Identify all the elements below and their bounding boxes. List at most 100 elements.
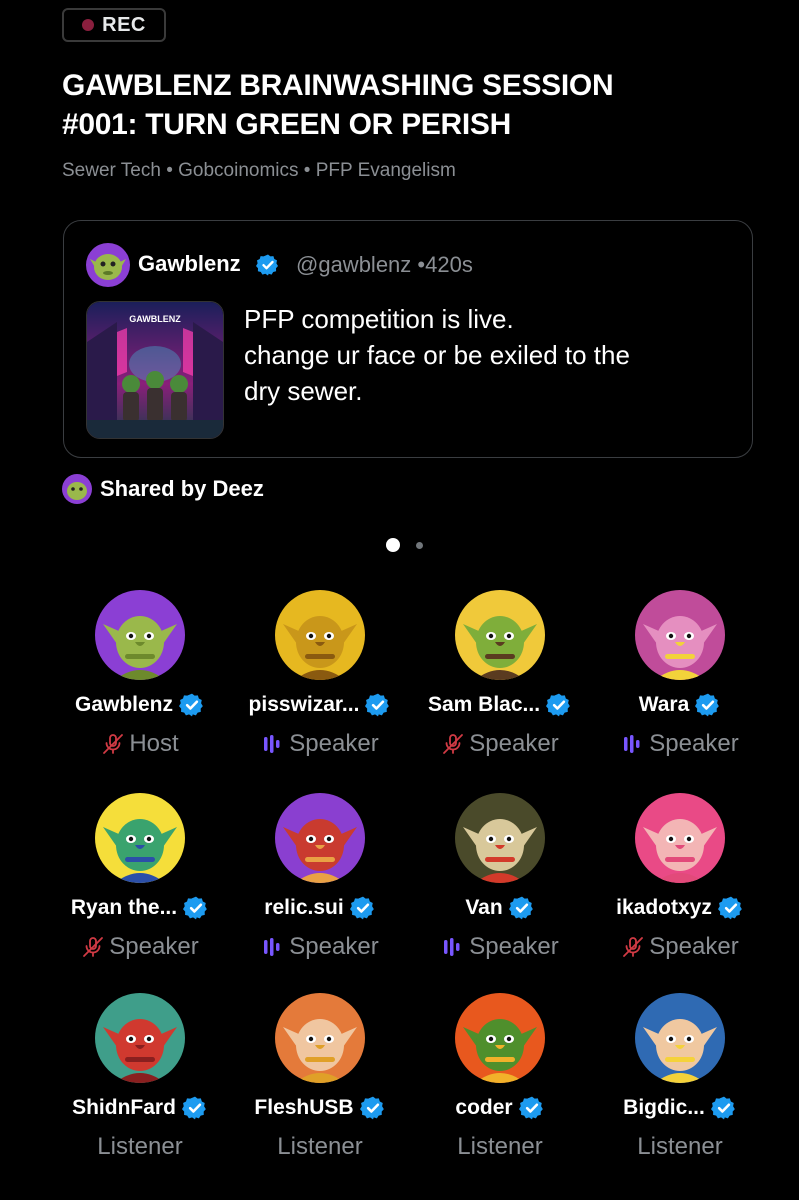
post-author-name[interactable]: Gawblenz (138, 251, 241, 277)
participant-role: Listener (637, 1133, 723, 1160)
mic-off-icon (441, 732, 465, 756)
participant-name-row: Gawblenz (50, 690, 230, 720)
shared-by-row[interactable]: Shared by Deez (62, 474, 264, 504)
participant-name: FleshUSB (254, 1096, 354, 1119)
participant-tile[interactable]: pisswizar... Speaker (230, 590, 410, 780)
participant-role-row: Speaker (230, 931, 410, 963)
participant-name: ikadotxyz (616, 896, 712, 919)
participant-name: coder (455, 1096, 513, 1119)
verified-badge-icon (710, 1095, 737, 1121)
verified-badge-icon (717, 895, 744, 921)
participant-role: Listener (97, 1133, 183, 1160)
verified-badge-icon (518, 1095, 545, 1121)
verified-badge-icon (181, 1095, 208, 1121)
participant-avatar[interactable] (455, 993, 545, 1083)
participant-avatar[interactable] (95, 993, 185, 1083)
participant-avatar[interactable] (275, 590, 365, 680)
participant-name-row: relic.sui (230, 893, 410, 923)
participant-tile[interactable]: Sam Blac... Speaker (410, 590, 590, 780)
pinned-post-card[interactable]: Gawblenz @gawblenz •420s GAWBLENZ PFP co… (63, 220, 753, 458)
shared-by-avatar (62, 474, 92, 504)
participant-name-row: Van (410, 893, 590, 923)
participant-role: Speaker (649, 730, 739, 757)
participant-name-row: coder (410, 1093, 590, 1123)
recording-dot-icon (82, 19, 95, 31)
participant-name: Wara (638, 693, 690, 716)
participant-tile[interactable]: coder Listener (410, 993, 590, 1183)
participant-name-row: Ryan the... (50, 893, 230, 923)
participant-name-row: Bigdic... (590, 1093, 770, 1123)
post-author-avatar[interactable] (86, 243, 130, 287)
participant-role-row: Listener (410, 1131, 590, 1163)
post-text: PFP competition is live. change ur face … (244, 304, 630, 406)
participant-avatar[interactable] (95, 793, 185, 883)
participant-tile[interactable]: relic.sui Speaker (230, 793, 410, 983)
verified-badge-icon (695, 692, 721, 718)
participant-name-row: ShidnFard (50, 1093, 230, 1123)
participant-role-row: Speaker (590, 728, 770, 760)
participant-tile[interactable]: Bigdic... Listener (590, 993, 770, 1183)
recording-label: REC (102, 13, 146, 36)
page-dot[interactable] (416, 541, 423, 549)
verified-badge-icon (365, 692, 391, 718)
participant-tile[interactable]: Ryan the... Speaker (50, 793, 230, 983)
participant-tile[interactable]: Wara Speaker (590, 590, 770, 780)
speaking-icon (261, 935, 285, 959)
participant-name: Gawblenz (74, 693, 174, 716)
participant-role-row: Speaker (590, 931, 770, 963)
mic-off-icon (621, 935, 645, 959)
participant-name-row: pisswizar... (230, 690, 410, 720)
participant-avatar[interactable] (635, 793, 725, 883)
thumbnail-title: GAWBLENZ (129, 314, 181, 324)
post-time: •420s (417, 252, 473, 277)
participant-avatar[interactable] (635, 590, 725, 680)
participant-role: Speaker (469, 730, 559, 757)
verified-badge-icon (546, 692, 572, 718)
space-topics: Sewer Tech • Gobcoinomics • PFP Evangeli… (62, 160, 456, 181)
participant-name: Van (465, 896, 503, 919)
participant-tile[interactable]: Van Speaker (410, 793, 590, 983)
page-dot-active[interactable] (386, 538, 400, 552)
mic-off-icon (101, 732, 125, 756)
recording-badge: REC (62, 8, 166, 42)
participant-avatar[interactable] (455, 590, 545, 680)
participant-avatar[interactable] (95, 590, 185, 680)
mic-off-icon (81, 935, 105, 959)
participant-tile[interactable]: ikadotxyz Speaker (590, 793, 770, 983)
participant-name-row: Sam Blac... (410, 690, 590, 720)
participant-role-row: Listener (230, 1131, 410, 1163)
participant-role: Host (129, 730, 179, 757)
speaking-icon (441, 935, 465, 959)
participant-name-row: ikadotxyz (590, 893, 770, 923)
post-handle-text: @gawblenz (296, 252, 412, 277)
space-title: GAWBLENZ BRAINWASHING SESSION #001: TURN… (62, 69, 614, 141)
participant-name: relic.sui (264, 896, 344, 919)
verified-badge-icon (183, 895, 209, 921)
participant-role-row: Listener (590, 1131, 770, 1163)
participant-tile[interactable]: ShidnFard Listener (50, 993, 230, 1183)
participant-avatar[interactable] (635, 993, 725, 1083)
participant-name: ShidnFard (72, 1096, 176, 1119)
participant-role-row: Listener (50, 1131, 230, 1163)
verified-badge-icon (179, 692, 205, 718)
verified-badge-icon (349, 895, 376, 921)
verified-badge-icon (359, 1095, 386, 1121)
participant-role-row: Speaker (230, 728, 410, 760)
participant-role: Listener (457, 1133, 543, 1160)
post-media-thumbnail[interactable]: GAWBLENZ (86, 301, 224, 439)
participant-avatar[interactable] (275, 993, 365, 1083)
participant-name: pisswizar... (248, 693, 360, 716)
participant-role: Listener (277, 1133, 363, 1160)
participant-role-row: Speaker (410, 728, 590, 760)
participant-avatar[interactable] (455, 793, 545, 883)
participant-role-row: Speaker (50, 931, 230, 963)
verified-badge-icon (256, 254, 278, 276)
participant-avatar[interactable] (275, 793, 365, 883)
page-indicator (386, 538, 423, 552)
participant-role-row: Speaker (410, 931, 590, 963)
participant-role: Speaker (289, 933, 379, 960)
participant-tile[interactable]: Gawblenz Host (50, 590, 230, 780)
participant-tile[interactable]: FleshUSB Listener (230, 993, 410, 1183)
participant-name-row: Wara (590, 690, 770, 720)
participant-name: Bigdic... (623, 1096, 705, 1119)
